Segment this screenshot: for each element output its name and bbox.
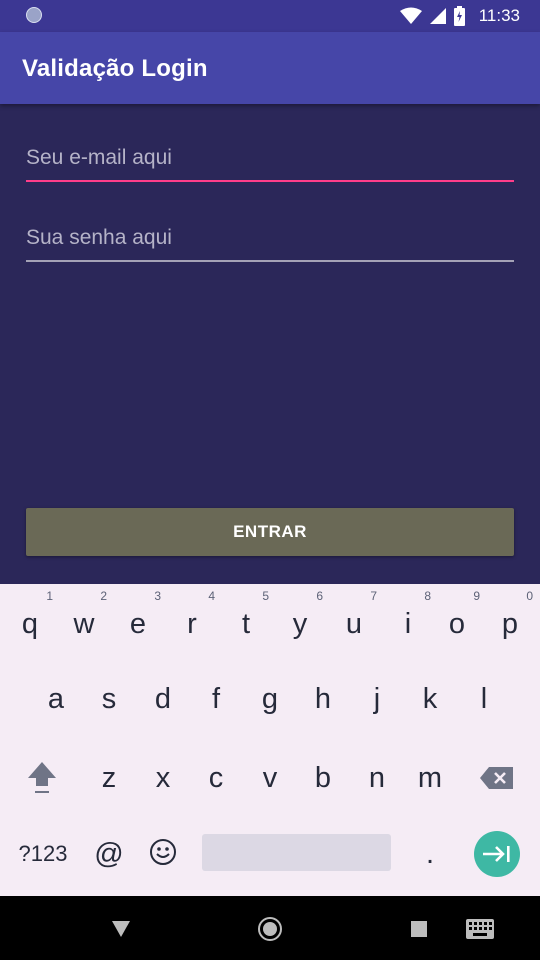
key-label: p — [501, 608, 519, 640]
key-hint: 1 — [46, 589, 53, 603]
back-icon[interactable] — [111, 920, 131, 938]
shift-key[interactable] — [15, 746, 69, 810]
key-p[interactable]: 0p — [483, 589, 537, 656]
key-label: y — [292, 608, 308, 640]
key-i[interactable]: 8i — [381, 590, 435, 656]
home-icon[interactable] — [257, 916, 283, 942]
login-button[interactable]: ENTRAR — [26, 508, 514, 556]
key-label: e — [129, 608, 147, 640]
enter-icon — [483, 846, 510, 862]
emoji-key[interactable] — [136, 820, 190, 884]
space-bar[interactable] — [202, 834, 391, 871]
key-b[interactable]: b — [296, 746, 350, 810]
keyboard-switch-icon[interactable] — [466, 919, 494, 939]
email-field-container — [26, 136, 514, 182]
key-label: o — [448, 608, 466, 640]
key-e[interactable]: 3e — [111, 589, 165, 656]
key-hint: 9 — [473, 589, 480, 603]
key-hint: 7 — [370, 589, 377, 603]
key-label: q — [21, 608, 39, 640]
key-z[interactable]: z — [82, 746, 136, 810]
password-field[interactable] — [26, 216, 514, 260]
key-a[interactable]: a — [29, 667, 83, 731]
key-m[interactable]: m — [403, 746, 457, 810]
key-q[interactable]: 1q — [3, 589, 57, 656]
key-v[interactable]: v — [243, 746, 297, 810]
backspace-key[interactable] — [470, 746, 524, 810]
key-g[interactable]: g — [243, 667, 297, 731]
status-time: 11:33 — [478, 6, 520, 25]
key-s[interactable]: s — [82, 667, 136, 731]
key-hint: 0 — [526, 589, 533, 603]
key-d[interactable]: d — [136, 667, 190, 731]
key-hint: 3 — [154, 589, 161, 603]
shift-icon — [28, 762, 56, 793]
key-hint: 5 — [262, 589, 269, 603]
notification-dot-icon — [26, 7, 42, 23]
nav-bar — [0, 896, 540, 960]
period-key[interactable]: . — [403, 822, 457, 886]
key-hint: 4 — [208, 589, 215, 603]
status-icons: 11:33 — [399, 0, 520, 32]
key-label: u — [345, 608, 363, 640]
key-j[interactable]: j — [350, 667, 404, 731]
key-n[interactable]: n — [350, 746, 404, 810]
at-key[interactable]: @ — [82, 822, 136, 886]
key-k[interactable]: k — [403, 667, 457, 731]
key-t[interactable]: 5t — [219, 589, 273, 656]
emoji-icon — [150, 839, 176, 865]
key-u[interactable]: 7u — [327, 589, 381, 656]
key-h[interactable]: h — [296, 667, 350, 731]
key-y[interactable]: 6y — [273, 589, 327, 656]
key-label: i — [404, 608, 412, 640]
key-label: r — [187, 608, 197, 640]
key-f[interactable]: f — [189, 667, 243, 731]
key-label: t — [241, 608, 251, 640]
app-bar: Validação Login — [0, 32, 540, 104]
key-label: w — [73, 608, 95, 640]
status-bar: 11:33 — [0, 0, 540, 32]
password-field-container — [26, 216, 514, 262]
key-w[interactable]: 2w — [57, 589, 111, 656]
enter-key[interactable] — [474, 831, 520, 877]
signal-icon — [429, 8, 446, 24]
key-l[interactable]: l — [457, 667, 511, 731]
key-r[interactable]: 4r — [165, 589, 219, 656]
email-field[interactable] — [26, 136, 514, 180]
page-title: Validação Login — [22, 55, 208, 82]
key-c[interactable]: c — [189, 746, 243, 810]
wifi-icon — [399, 7, 422, 24]
symbols-key[interactable]: ?123 — [8, 822, 78, 886]
recents-icon[interactable] — [411, 921, 427, 937]
backspace-icon — [480, 767, 513, 789]
key-hint: 6 — [316, 589, 323, 603]
key-o[interactable]: 9o — [430, 589, 484, 656]
battery-charging-icon — [453, 6, 465, 26]
key-hint: 2 — [100, 589, 107, 603]
soft-keyboard: 1q 2w 3e 4r 5t 6y 7u 8i 9o 0p a s d f g … — [0, 584, 540, 896]
key-x[interactable]: x — [136, 746, 190, 810]
